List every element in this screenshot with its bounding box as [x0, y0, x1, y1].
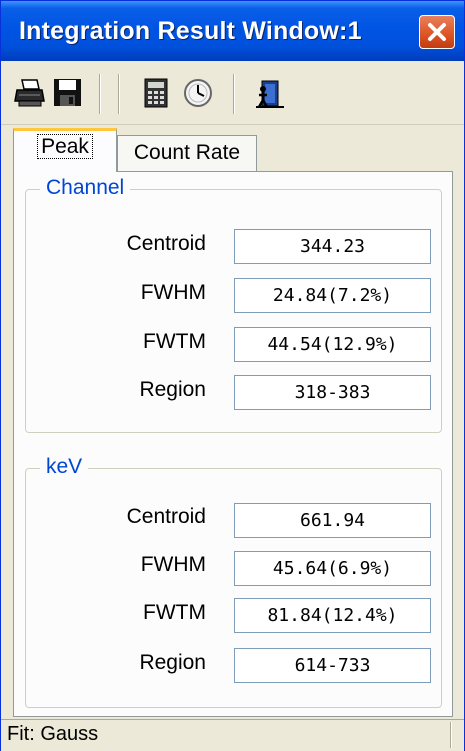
save-button[interactable]	[51, 76, 85, 110]
printer-icon	[14, 79, 45, 107]
toolbar-separator	[118, 74, 120, 114]
close-icon	[428, 23, 446, 41]
clock-icon	[184, 79, 212, 107]
kev-fwtm-label: FWTM	[143, 601, 206, 624]
print-button[interactable]	[13, 76, 47, 110]
tab-peak[interactable]: Peak	[13, 128, 117, 172]
kev-fwhm-label: FWHM	[140, 553, 206, 576]
tab-peak-label: Peak	[37, 134, 93, 159]
close-button[interactable]	[419, 15, 455, 49]
fit-status: Fit: Gauss	[7, 723, 99, 745]
kev-centroid-field: 661.94	[234, 503, 431, 538]
clock-button[interactable]	[181, 76, 215, 110]
tab-count-rate-label: Count Rate	[133, 141, 241, 164]
kev-region-label: Region	[139, 651, 206, 674]
toolbar-separator	[233, 74, 235, 114]
channel-region-field: 318-383	[234, 375, 431, 410]
calculator-button[interactable]	[139, 76, 173, 110]
kev-centroid-label: Centroid	[126, 505, 206, 528]
kev-region-field: 614-733	[234, 648, 431, 683]
channel-centroid-field: 344.23	[234, 229, 431, 264]
channel-fwhm-field: 24.84(7.2%)	[234, 278, 431, 313]
peak-tab-panel: Channel Centroid 344.23 FWHM 24.84(7.2%)…	[13, 171, 453, 717]
calculator-icon	[144, 78, 168, 108]
title-bar[interactable]: Integration Result Window:1	[1, 1, 464, 61]
kev-group: keV Centroid 661.94 FWHM 45.64(6.9%) FWT…	[25, 455, 442, 708]
kev-group-legend: keV	[40, 455, 89, 479]
save-icon	[54, 79, 81, 106]
channel-region-label: Region	[139, 378, 206, 401]
exit-button[interactable]	[253, 76, 287, 110]
status-bar: Fit: Gauss	[1, 719, 464, 751]
channel-centroid-label: Centroid	[126, 232, 206, 255]
channel-fwtm-label: FWTM	[143, 330, 206, 353]
status-divider	[450, 722, 452, 748]
toolbar-separator	[99, 74, 101, 114]
channel-group: Channel Centroid 344.23 FWHM 24.84(7.2%)…	[25, 176, 442, 433]
integration-result-window: Integration Result Window:1 Peak Count R…	[0, 0, 465, 751]
window-title: Integration Result Window:1	[19, 17, 362, 45]
kev-fwtm-field: 81.84(12.4%)	[234, 598, 431, 633]
toolbar	[1, 62, 464, 125]
channel-fwtm-field: 44.54(12.9%)	[234, 327, 431, 362]
tab-strip: Peak Count Rate	[1, 124, 464, 172]
kev-fwhm-field: 45.64(6.9%)	[234, 551, 431, 586]
channel-group-legend: Channel	[40, 176, 131, 200]
exit-icon	[256, 80, 284, 108]
channel-fwhm-label: FWHM	[140, 281, 206, 304]
tab-count-rate[interactable]: Count Rate	[117, 135, 257, 172]
